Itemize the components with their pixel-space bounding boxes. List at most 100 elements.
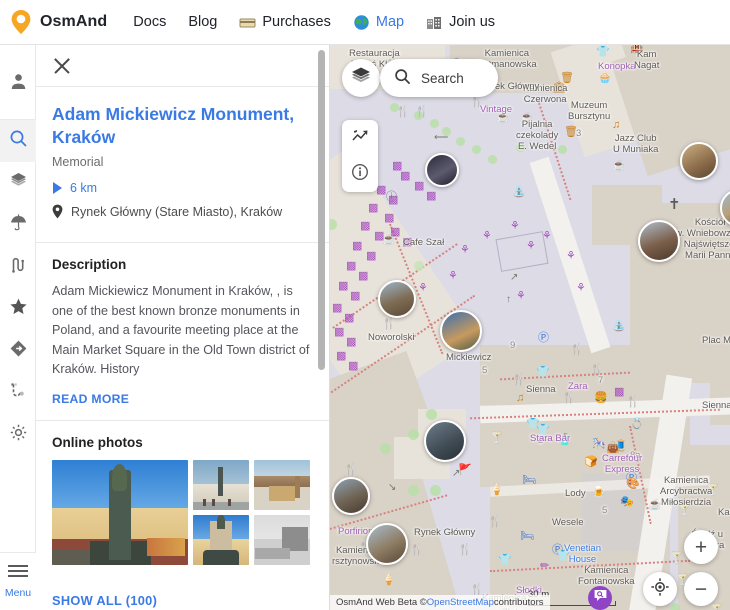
map-label: KamNagat [634,49,659,71]
townhouse-facade-photo[interactable] [680,142,718,180]
feedback-button[interactable] [588,586,612,610]
map-label: Jazz ClubU Muniaka [613,133,658,155]
photo-thumbnail[interactable] [254,460,310,510]
layers-icon [9,171,28,195]
mickiewicz-monument-photo[interactable] [440,310,482,352]
locate-me-button[interactable] [643,572,677,606]
palace-photo[interactable] [366,523,408,565]
st-marys-basilica-photo[interactable] [638,220,680,262]
map-label: Noworolski [368,332,414,343]
panel-scroll-area[interactable]: Adam Mickiewicz Monument, Kraków Memoria… [36,87,329,610]
map-label: KamienicaFontanowska [578,565,635,587]
poi-detail-panel: Adam Mickiewicz Monument, Kraków Memoria… [36,45,330,610]
sidebar-item-search[interactable] [0,120,36,162]
nav-join-us[interactable]: Join us [426,14,495,31]
description-text: Adam Mickiewicz Monument in Kraków, , is… [52,282,313,380]
map-view[interactable]: ▩ ▩ ▩ ▩ ▩ ▩ ▩ ▩ ▩ ▩ ▩ ▩ ▩ ▩ ▩ ▩ ▩ ▩ ▩ ▩ [330,45,730,610]
photo-thumbnail[interactable] [254,515,310,565]
sidebar-item-weather[interactable] [0,204,36,246]
search-icon [394,68,411,88]
crosshair-icon [650,577,670,602]
zoom-out-button[interactable]: − [684,572,718,606]
nav-purchases[interactable]: Purchases [239,14,331,31]
photo-mosaic [52,460,313,565]
openstreetmap-link[interactable]: OpenStreetMap [427,597,494,608]
map-label: Mickiewicz [446,352,491,363]
sidebar-item-favorites[interactable] [0,288,36,330]
left-icon-rail: Menu [0,45,36,610]
brand[interactable]: OsmAnd [10,9,107,35]
sidebar-item-profile[interactable] [0,63,36,105]
nav-docs[interactable]: Docs [133,14,166,30]
map-label: Sienna [702,400,730,411]
photo-thumbnail[interactable] [52,460,188,565]
map-label: Wesele [552,517,584,528]
address-value: Rynek Główny (Stare Miasto), Kraków [71,205,282,219]
panel-scrollbar[interactable] [318,50,325,370]
map-pin-icon [52,204,63,219]
close-icon[interactable] [50,54,74,78]
hamburger-icon [8,564,28,583]
map-label: Konopka [598,61,636,72]
route-tool-icon [351,127,369,150]
sidebar-item-plan-route[interactable] [0,372,36,414]
photo-thumbnail[interactable] [193,515,249,565]
cloth-hall-photo[interactable] [424,420,466,462]
osmand-drop-logo-icon [10,9,32,35]
brand-name: OsmAnd [40,13,107,31]
photos-heading: Online photos [52,435,313,450]
zoom-in-button[interactable]: + [684,530,718,564]
nav-map-label: Map [376,14,404,30]
nav-join-us-label: Join us [449,14,495,30]
photo-thumbnail[interactable] [193,460,249,510]
distance-value: 6 km [70,181,97,195]
umbrella-icon [9,213,28,237]
show-all-photos-button[interactable]: SHOW ALL (100) [36,579,329,610]
page-title[interactable]: Adam Mickiewicz Monument, Kraków [52,103,313,149]
map-label: CarrefourExpress [602,453,642,475]
nav-map[interactable]: Map [353,14,404,31]
site-header: OsmAnd Docs Blog Purchases [0,0,730,45]
nav-blog[interactable]: Blog [188,14,217,30]
star-icon [9,297,28,321]
map-label: Rynek Główny [414,527,475,538]
community-icon [426,14,443,31]
globe-icon [353,14,370,31]
distance-row[interactable]: 6 km [52,181,313,195]
cloth-hall-rooftop-photo[interactable] [378,280,416,318]
card-icon [239,14,256,31]
measure-distance-button[interactable] [342,120,378,156]
gear-icon [9,423,28,447]
osmand-web-app: OsmAnd Docs Blog Purchases [0,0,730,610]
person-icon [9,72,28,96]
map-search-button[interactable]: Search [380,59,498,97]
sidebar-item-layers[interactable] [0,162,36,204]
search-icon [9,129,28,153]
read-more-button[interactable]: READ MORE [52,392,313,406]
sidebar-item-tracks[interactable] [0,246,36,288]
grey-tenement-photo[interactable] [332,477,370,515]
attribution-suffix: contributors [494,597,544,608]
map-label: Sienna [526,384,556,395]
attribution-prefix: OsmAnd Web Beta © [336,597,427,608]
map-layers-button[interactable] [342,59,380,97]
online-photos-section: Online photos [36,421,329,579]
info-icon [351,163,369,186]
photo-row [193,460,310,510]
map-label: Cafe Szał [403,237,444,248]
map-label: Stara Bar [530,433,570,444]
sidebar-item-navigation[interactable] [0,330,36,372]
map-label: Vintage [480,104,512,115]
feedback-bubble-icon [593,588,608,608]
poi-category: Memorial [52,155,313,169]
address-row: Rynek Główny (Stare Miasto), Kraków [52,204,313,219]
menu-button[interactable]: Menu [0,552,36,610]
track-icon [9,255,28,279]
nav-blog-label: Blog [188,14,217,30]
map-label: KamienicaArcybractwaMiłosierdzia [660,475,712,508]
map-tool-stack [342,120,378,192]
museum-interior-photo[interactable] [425,153,459,187]
map-info-button[interactable] [342,156,378,192]
description-section: Description Adam Mickiewicz Monument in … [36,243,329,421]
sidebar-item-settings[interactable] [0,414,36,456]
